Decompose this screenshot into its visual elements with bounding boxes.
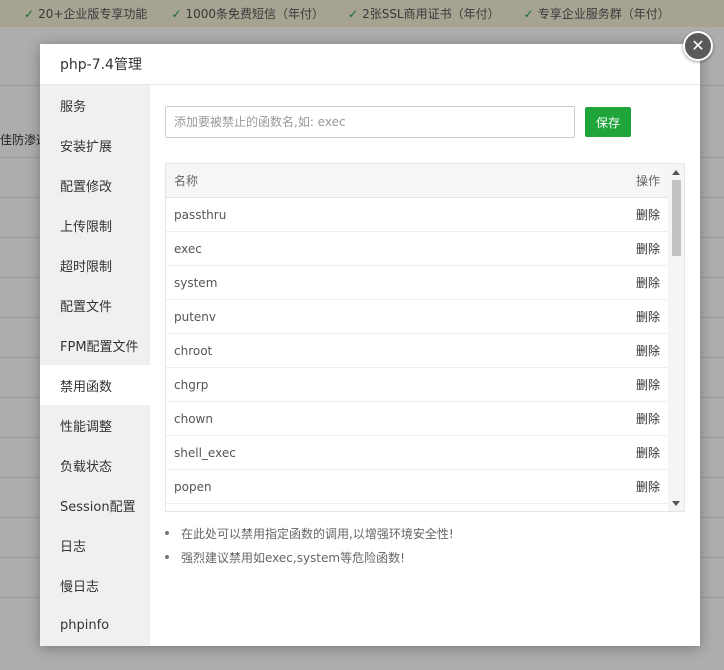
sidebar-item-label: 配置文件 [60, 299, 113, 315]
sidebar-item-label: Session配置 [60, 499, 136, 515]
scroll-down-arrow-icon[interactable] [668, 497, 684, 509]
sidebar-item-config-edit[interactable]: 配置修改 [40, 165, 150, 205]
sidebar-item-label: 超时限制 [60, 259, 113, 275]
sidebar-item-session-config[interactable]: Session配置 [40, 485, 150, 525]
sidebar-item-fpm-config[interactable]: FPM配置文件 [40, 325, 150, 365]
delete-link[interactable]: 删除 [636, 274, 660, 291]
sidebar-item-label: FPM配置文件 [60, 339, 139, 355]
disabled-functions-table[interactable]: 名称 操作 passthru 删除 exec 删除 system 删除 putenv 删… [165, 163, 685, 512]
disabled-functions-panel: 保存 名称 操作 passthru 删除 exec 删除 system 删除 pute… [150, 85, 700, 646]
table-row: passthru 删除 [166, 198, 668, 232]
tip-item: 强烈建议禁用如exec,system等危险函数! [165, 545, 454, 569]
delete-link[interactable]: 删除 [636, 342, 660, 359]
sidebar-item-upload-limit[interactable]: 上传限制 [40, 205, 150, 245]
sidebar-item-label: 配置修改 [60, 179, 113, 195]
delete-link[interactable]: 删除 [636, 478, 660, 495]
delete-link[interactable]: 删除 [636, 410, 660, 427]
table-row [166, 504, 668, 511]
table-row: chgrp 删除 [166, 368, 668, 402]
sidebar-item-phpinfo[interactable]: phpinfo [40, 605, 150, 645]
help-tips: 在此处可以禁用指定函数的调用,以增强环境安全性! 强烈建议禁用如exec,sys… [165, 521, 454, 569]
function-name: system [174, 275, 218, 290]
table-row: shell_exec 删除 [166, 436, 668, 470]
table-header: 名称 操作 [166, 164, 668, 198]
sidebar-item-label: 上传限制 [60, 219, 113, 235]
function-name: chgrp [174, 377, 209, 392]
sidebar-item-label: 禁用函数 [60, 379, 113, 395]
table-row: putenv 删除 [166, 300, 668, 334]
table-row: chroot 删除 [166, 334, 668, 368]
function-name: putenv [174, 309, 217, 324]
sidebar-item-timeout-limit[interactable]: 超时限制 [40, 245, 150, 285]
delete-link[interactable]: 删除 [636, 444, 660, 461]
triangle-down-icon [672, 500, 680, 506]
column-header-name: 名称 [174, 174, 199, 188]
table-body: 名称 操作 passthru 删除 exec 删除 system 删除 putenv 删… [166, 164, 668, 511]
sidebar-item-label: phpinfo [60, 617, 110, 633]
sidebar-item-service[interactable]: 服务 [40, 85, 150, 125]
close-icon: ✕ [691, 36, 705, 55]
function-name: passthru [174, 207, 227, 222]
sidebar-item-label: 负载状态 [60, 459, 113, 475]
tip-text: 在此处可以禁用指定函数的调用,以增强环境安全性! [181, 526, 454, 541]
function-name: shell_exec [174, 445, 236, 460]
sidebar-menu: 服务 安装扩展 配置修改 上传限制 超时限制 配置文件 FPM配置文件 禁用函数… [40, 85, 150, 646]
table-row: system 删除 [166, 266, 668, 300]
sidebar-item-log[interactable]: 日志 [40, 525, 150, 565]
sidebar-item-performance[interactable]: 性能调整 [40, 405, 150, 445]
tip-text: 强烈建议禁用如exec,system等危险函数! [181, 550, 405, 565]
function-name-input[interactable] [165, 106, 575, 138]
function-name: chown [174, 411, 213, 426]
column-header-action: 操作 [635, 174, 660, 188]
function-name: exec [174, 241, 202, 256]
delete-link[interactable]: 删除 [636, 308, 660, 325]
add-function-row: 保存 [165, 106, 631, 138]
bullet-icon [165, 555, 169, 559]
sidebar-item-label: 安装扩展 [60, 139, 113, 155]
sidebar-item-slow-log[interactable]: 慢日志 [40, 565, 150, 605]
table-row: chown 删除 [166, 402, 668, 436]
table-row: popen 删除 [166, 470, 668, 504]
delete-link[interactable]: 删除 [636, 376, 660, 393]
bullet-icon [165, 531, 169, 535]
sidebar-item-install-extension[interactable]: 安装扩展 [40, 125, 150, 165]
scroll-thumb[interactable] [672, 180, 681, 256]
sidebar-item-label: 性能调整 [60, 419, 113, 435]
delete-link[interactable]: 删除 [636, 240, 660, 257]
php-manager-dialog: php-7.4管理 ✕ 服务 安装扩展 配置修改 上传限制 超时限制 配置文件 … [40, 31, 713, 646]
tip-item: 在此处可以禁用指定函数的调用,以增强环境安全性! [165, 521, 454, 545]
table-row: exec 删除 [166, 232, 668, 266]
sidebar-item-load-status[interactable]: 负载状态 [40, 445, 150, 485]
sidebar-item-label: 服务 [60, 99, 87, 115]
scroll-up-arrow-icon[interactable] [668, 166, 684, 178]
function-name: chroot [174, 343, 213, 358]
save-button[interactable]: 保存 [585, 107, 631, 137]
delete-link[interactable]: 删除 [636, 206, 660, 223]
triangle-up-icon [672, 169, 680, 175]
close-button[interactable]: ✕ [683, 31, 713, 61]
sidebar-item-disabled-functions[interactable]: 禁用函数 [40, 365, 150, 405]
sidebar-item-label: 日志 [60, 539, 87, 555]
dialog-header: php-7.4管理 [40, 44, 700, 85]
sidebar-item-config-file[interactable]: 配置文件 [40, 285, 150, 325]
function-name: popen [174, 479, 212, 494]
sidebar-item-label: 慢日志 [60, 579, 100, 595]
dialog-title: php-7.4管理 [60, 57, 142, 73]
table-scrollbar[interactable] [668, 164, 684, 511]
